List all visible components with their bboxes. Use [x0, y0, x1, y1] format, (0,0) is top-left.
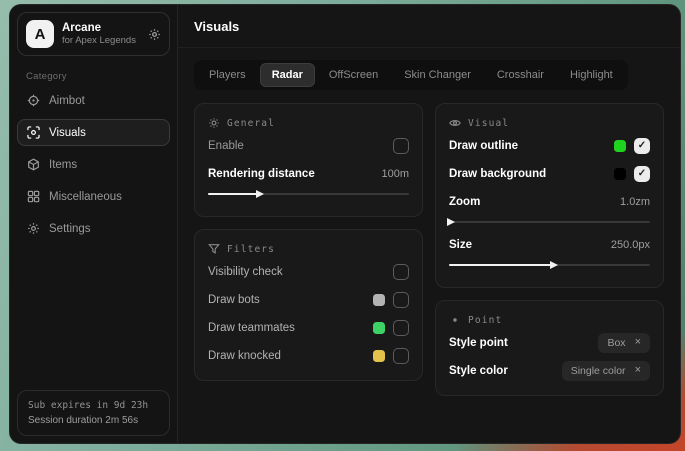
enable-checkbox[interactable]	[393, 138, 409, 154]
tab-offscreen[interactable]: OffScreen	[317, 63, 390, 87]
session-info: Sub expires in 9d 23h Session duration 2…	[17, 390, 170, 436]
sidebar: A Arcane for Apex Legends Category	[10, 5, 178, 443]
draw-background-checkbox[interactable]: ✓	[634, 166, 650, 182]
funnel-icon	[208, 243, 220, 255]
draw-background-color-swatch[interactable]	[614, 168, 626, 180]
draw-teammates-label: Draw teammates	[208, 322, 295, 334]
draw-knocked-checkbox[interactable]	[393, 348, 409, 364]
app-window: A Arcane for Apex Legends Category	[9, 4, 681, 444]
close-icon[interactable]: ×	[635, 337, 641, 348]
rendering-distance-value: 100m	[381, 168, 409, 180]
zoom-value: 1.0zm	[620, 196, 650, 208]
slider-thumb[interactable]	[256, 190, 264, 198]
filters-panel: Filters Visibility check Draw bots	[194, 229, 423, 381]
panel-title: General	[227, 118, 275, 129]
visibility-check-label: Visibility check	[208, 266, 283, 278]
zoom-label: Zoom	[449, 196, 480, 208]
brand-subtitle: for Apex Legends	[62, 35, 140, 46]
tab-crosshair[interactable]: Crosshair	[485, 63, 556, 87]
sidebar-item-settings[interactable]: Settings	[17, 215, 170, 242]
sidebar-item-miscellaneous[interactable]: Miscellaneous	[17, 183, 170, 210]
zoom-slider[interactable]	[449, 217, 650, 227]
style-point-label: Style point	[449, 337, 508, 349]
draw-knocked-label: Draw knocked	[208, 350, 281, 362]
style-color-row: Style color Single color ×	[449, 358, 650, 383]
main-content: Visuals Players Radar OffScreen Skin Cha…	[178, 5, 680, 443]
enable-label: Enable	[208, 140, 244, 152]
draw-teammates-color-swatch[interactable]	[373, 322, 385, 334]
tab-highlight[interactable]: Highlight	[558, 63, 625, 87]
sidebar-item-label: Aimbot	[49, 95, 85, 107]
grid-icon	[27, 190, 40, 203]
draw-outline-checkbox[interactable]: ✓	[634, 138, 650, 154]
brand-logo: A	[26, 20, 54, 48]
size-value: 250.0px	[611, 239, 650, 251]
content-grid: General Enable Rendering distance 100m	[178, 90, 680, 409]
gear-icon[interactable]	[148, 28, 161, 41]
visual-panel: Visual Draw outline ✓ Draw background	[435, 103, 664, 288]
style-point-select[interactable]: Box ×	[598, 333, 650, 353]
tab-skin-changer[interactable]: Skin Changer	[392, 63, 483, 87]
draw-teammates-checkbox[interactable]	[393, 320, 409, 336]
slider-thumb[interactable]	[550, 261, 558, 269]
tab-radar[interactable]: Radar	[260, 63, 315, 87]
brand-card: A Arcane for Apex Legends	[17, 12, 170, 56]
sidebar-item-label: Items	[49, 159, 77, 171]
sidebar-item-aimbot[interactable]: Aimbot	[17, 87, 170, 114]
draw-bots-label: Draw bots	[208, 294, 260, 306]
sidebar-item-items[interactable]: Items	[17, 151, 170, 178]
slider-thumb[interactable]	[447, 218, 455, 226]
size-label: Size	[449, 239, 472, 251]
visibility-check-checkbox[interactable]	[393, 264, 409, 280]
sun-gear-icon	[208, 117, 220, 129]
dot-icon	[449, 314, 461, 326]
tab-players[interactable]: Players	[197, 63, 258, 87]
package-icon	[27, 158, 40, 171]
size-row: Size 250.0px	[449, 232, 650, 257]
draw-outline-row: Draw outline ✓	[449, 133, 650, 158]
style-color-select[interactable]: Single color ×	[562, 361, 650, 381]
main-header: Visuals	[178, 5, 680, 48]
sidebar-item-label: Settings	[49, 223, 91, 235]
tab-bar: Players Radar OffScreen Skin Changer Cro…	[194, 60, 628, 90]
rendering-distance-row: Rendering distance 100m	[208, 161, 409, 186]
point-panel: Point Style point Box × Style color Sing…	[435, 300, 664, 396]
panel-title: Filters	[227, 244, 275, 255]
enable-row: Enable	[208, 133, 409, 158]
draw-bots-checkbox[interactable]	[393, 292, 409, 308]
draw-knocked-color-swatch[interactable]	[373, 350, 385, 362]
draw-teammates-row: Draw teammates	[208, 315, 409, 340]
rendering-distance-slider[interactable]	[208, 189, 409, 199]
rendering-distance-label: Rendering distance	[208, 168, 315, 180]
draw-bots-color-swatch[interactable]	[373, 294, 385, 306]
sidebar-nav: Aimbot Visuals Items	[17, 87, 170, 242]
page-title: Visuals	[194, 19, 239, 34]
size-slider[interactable]	[449, 260, 650, 270]
crosshair-icon	[27, 94, 40, 107]
style-point-row: Style point Box ×	[449, 330, 650, 355]
gear-icon	[27, 222, 40, 235]
style-color-label: Style color	[449, 365, 508, 377]
sub-expires-text: Sub expires in 9d 23h	[28, 400, 159, 411]
draw-bots-row: Draw bots	[208, 287, 409, 312]
panel-title: Point	[468, 315, 502, 326]
eye-icon	[449, 117, 461, 129]
zoom-row: Zoom 1.0zm	[449, 189, 650, 214]
brand-name: Arcane	[62, 22, 140, 34]
draw-outline-color-swatch[interactable]	[614, 140, 626, 152]
session-duration-text: Session duration 2m 56s	[28, 415, 159, 426]
general-panel: General Enable Rendering distance 100m	[194, 103, 423, 217]
draw-outline-label: Draw outline	[449, 140, 518, 152]
visibility-check-row: Visibility check	[208, 259, 409, 284]
close-icon[interactable]: ×	[635, 365, 641, 376]
draw-knocked-row: Draw knocked	[208, 343, 409, 368]
draw-background-label: Draw background	[449, 168, 546, 180]
panel-title: Visual	[468, 118, 509, 129]
sidebar-item-visuals[interactable]: Visuals	[17, 119, 170, 146]
category-label: Category	[26, 71, 161, 82]
eye-scan-icon	[27, 126, 40, 139]
sidebar-item-label: Visuals	[49, 127, 86, 139]
sidebar-item-label: Miscellaneous	[49, 191, 122, 203]
draw-background-row: Draw background ✓	[449, 161, 650, 186]
